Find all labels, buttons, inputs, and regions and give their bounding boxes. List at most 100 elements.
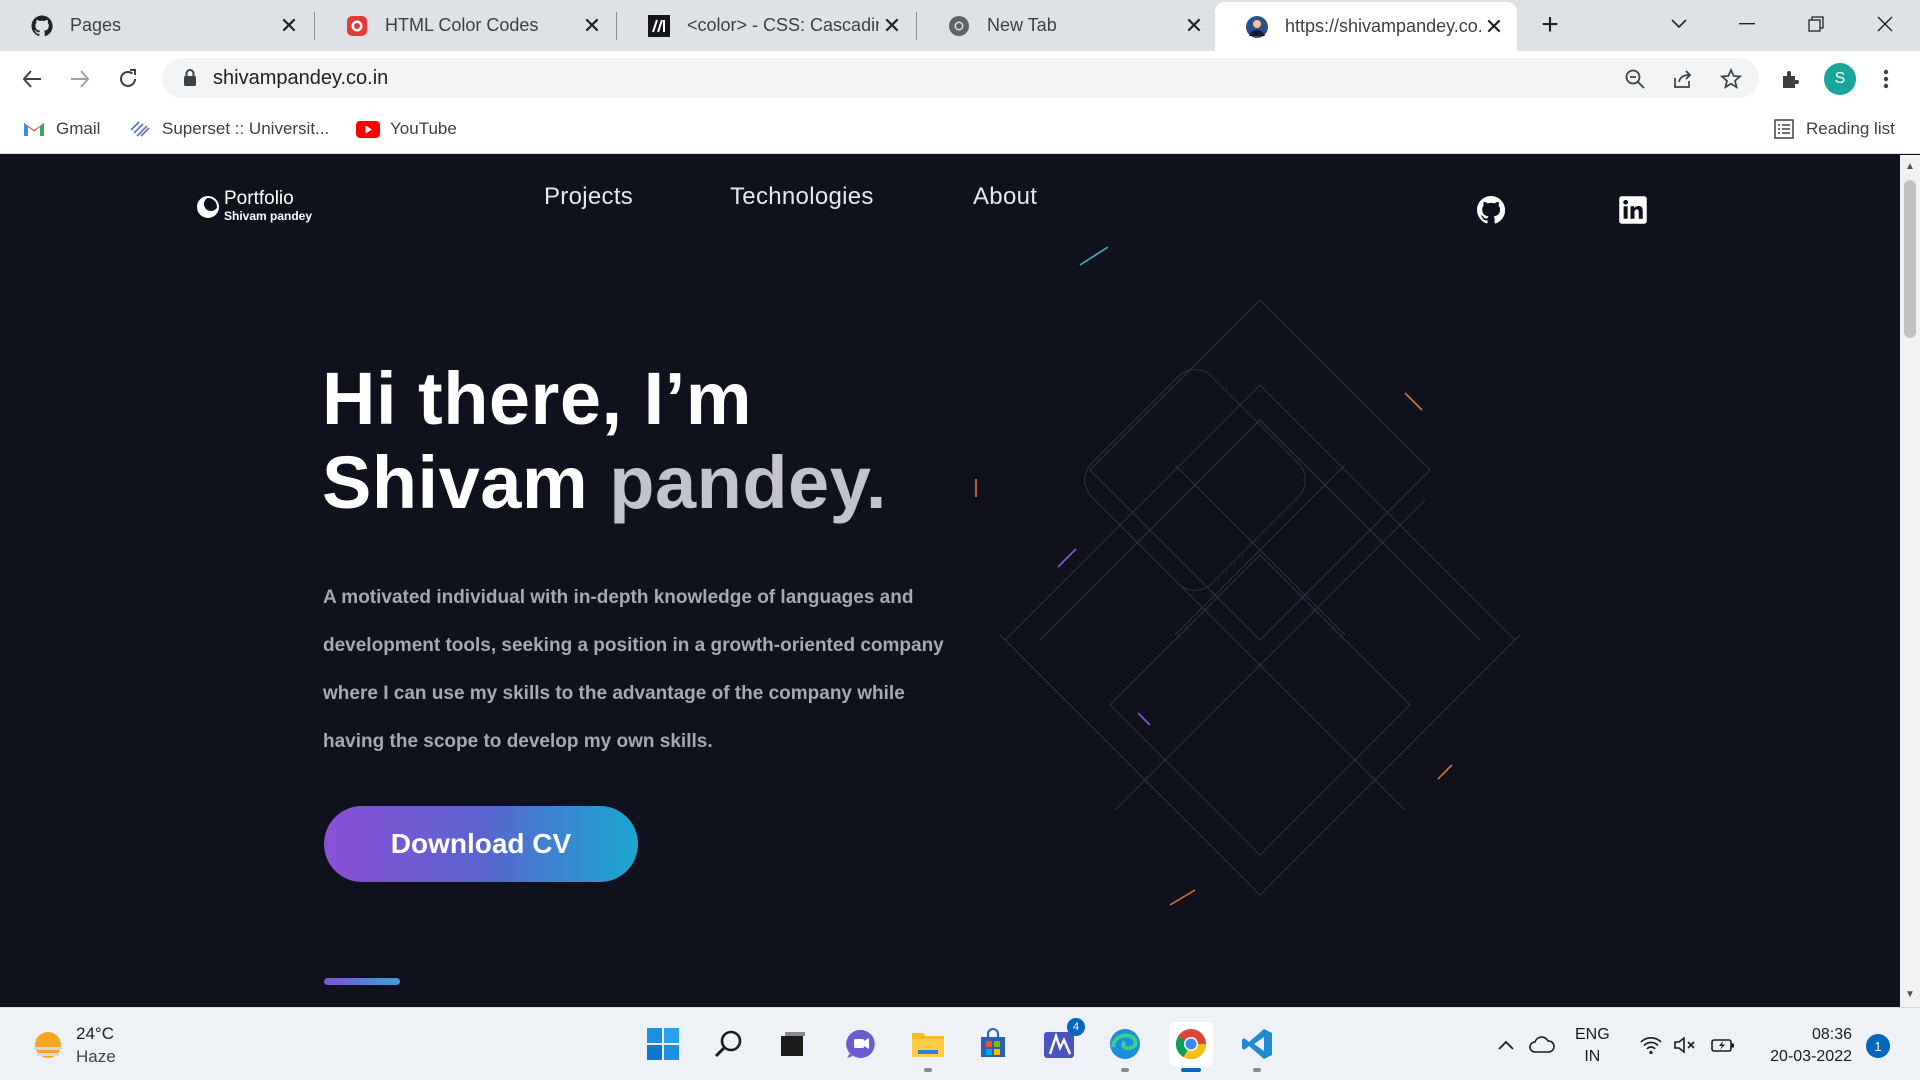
taskbar: 24°C Haze 4 ENG IN 08:36 20-03-2022 1 [0,1007,1920,1080]
haze-sun-icon [34,1032,62,1058]
html-color-codes-icon [345,14,369,38]
browser-toolbar: shivampandey.co.in S [0,51,1920,105]
tab-html-color-codes[interactable]: HTML Color Codes ✕ [315,0,615,51]
scroll-up-icon[interactable]: ▲ [1904,161,1916,173]
teams-chat-button[interactable] [839,1022,883,1066]
wifi-icon[interactable] [1638,1032,1664,1058]
tray-overflow-chevron-icon[interactable] [1493,1032,1519,1058]
nav-technologies[interactable]: Technologies [730,183,874,211]
forward-icon[interactable] [64,63,96,95]
folder-icon [912,1033,944,1057]
profile-avatar[interactable]: S [1824,63,1856,95]
github-link[interactable] [1474,193,1508,227]
logo-title: Portfolio [224,188,294,209]
nav-projects[interactable]: Projects [544,183,633,211]
lock-icon[interactable] [182,68,198,93]
new-tab-button[interactable]: + [1533,8,1567,42]
address-bar[interactable]: shivampandey.co.in [162,58,1759,98]
edge-icon [1110,1029,1140,1059]
menu-kebab-icon[interactable] [1870,63,1902,95]
close-icon[interactable]: ✕ [1481,14,1507,40]
clock-time: 08:36 [1811,1026,1852,1043]
close-icon[interactable]: ✕ [276,13,302,39]
scroll-down-icon[interactable]: ▼ [1904,989,1916,1001]
weather-widget[interactable]: 24°C Haze [28,1022,116,1068]
page-viewport: Portfolio Shivam pandey Projects Technol… [0,155,1900,1007]
file-explorer-button[interactable] [906,1022,950,1072]
battery-charging-icon[interactable] [1710,1032,1736,1058]
chrome-icon [1175,1029,1206,1060]
bookmarks-bar: Gmail Superset :: Universit... YouTube R… [0,105,1920,154]
notification-badge[interactable]: 1 [1866,1034,1890,1058]
site-avatar-icon [1245,15,1269,39]
system-clock[interactable]: 08:36 20-03-2022 [1752,1024,1852,1068]
teams-badge: 4 [1067,1018,1085,1036]
github-icon [30,14,54,38]
volume-muted-icon[interactable] [1672,1032,1698,1058]
hero-name-first: Shivam [322,441,610,524]
vscode-icon [1242,1029,1272,1059]
linkedin-link[interactable] [1616,193,1650,227]
bookmark-label: Superset :: Universit... [162,119,330,138]
url-text[interactable]: shivampandey.co.in [213,67,388,90]
tab-title: Pages [70,15,122,35]
extensions-icon[interactable] [1774,63,1806,95]
search-button[interactable] [707,1022,751,1066]
bookmark-superset[interactable]: Superset :: Universit... [128,115,329,143]
tab-shivampandey[interactable]: https://shivampandey.co.in ✕ [1215,2,1517,51]
close-icon[interactable]: ✕ [879,13,905,39]
reading-list-label: Reading list [1806,119,1895,138]
tab-mdn-color[interactable]: <color> - CSS: Cascading ✕ [617,0,915,51]
hero-name: Shivam pandey. [322,441,887,525]
vscode-button[interactable] [1235,1022,1279,1072]
bookmark-label: Gmail [56,119,101,138]
clock-date: 20-03-2022 [1770,1048,1852,1065]
gmail-icon [22,119,46,139]
onedrive-cloud-icon[interactable] [1529,1032,1555,1058]
chrome-icon [947,14,971,38]
restore-icon[interactable] [1791,4,1841,44]
linkedin-icon [1619,196,1647,224]
github-icon [1477,196,1506,224]
tab-new-tab[interactable]: New Tab ✕ [917,0,1217,51]
start-button[interactable] [641,1022,685,1066]
hero-name-last: pandey. [609,441,887,524]
chrome-taskbar-button[interactable] [1169,1022,1213,1072]
task-view-button[interactable] [771,1022,815,1066]
reading-list-button[interactable]: Reading list [1772,115,1895,143]
tab-search-icon[interactable] [1654,4,1704,44]
tab-title: New Tab [987,15,1057,35]
scroll-indicator [324,978,400,985]
hero-description: A motivated individual with in-depth kno… [323,587,944,752]
page-scrollbar[interactable]: ▲ ▼ [1900,155,1920,1007]
share-icon[interactable] [1670,66,1696,92]
bookmark-gmail[interactable]: Gmail [22,115,100,143]
language-indicator[interactable]: ENG IN [1575,1024,1610,1068]
close-icon[interactable]: ✕ [579,13,605,39]
window-close-icon[interactable] [1860,4,1910,44]
reload-icon[interactable] [112,63,144,95]
tab-title: https://shivampandey.co.in [1285,16,1481,36]
zoom-icon[interactable] [1622,66,1648,92]
tab-title: <color> - CSS: Cascading [687,15,879,35]
minimize-icon[interactable] [1722,4,1772,44]
microsoft-store-button[interactable] [971,1022,1015,1066]
back-icon[interactable] [16,63,48,95]
edge-button[interactable] [1103,1022,1147,1072]
windows-start-icon [647,1028,679,1060]
tab-pages[interactable]: Pages ✕ [0,0,312,51]
site-logo[interactable]: Portfolio Shivam pandey [196,189,312,224]
tab-strip: Pages ✕ HTML Color Codes ✕ <color> - CSS… [0,0,1920,51]
bookmark-label: YouTube [390,119,457,138]
weather-condition: Haze [76,1047,116,1066]
scrollbar-thumb[interactable] [1904,180,1916,338]
nav-about[interactable]: About [973,183,1037,211]
bookmark-youtube[interactable]: YouTube [356,115,457,143]
download-cv-button[interactable]: Download CV [324,806,638,882]
running-indicator [924,1068,932,1072]
store-icon [981,1028,1005,1057]
bookmark-star-icon[interactable] [1718,66,1744,92]
close-icon[interactable]: ✕ [1181,13,1207,39]
teams-app-button[interactable]: 4 [1037,1018,1085,1066]
task-view-icon [781,1032,805,1056]
